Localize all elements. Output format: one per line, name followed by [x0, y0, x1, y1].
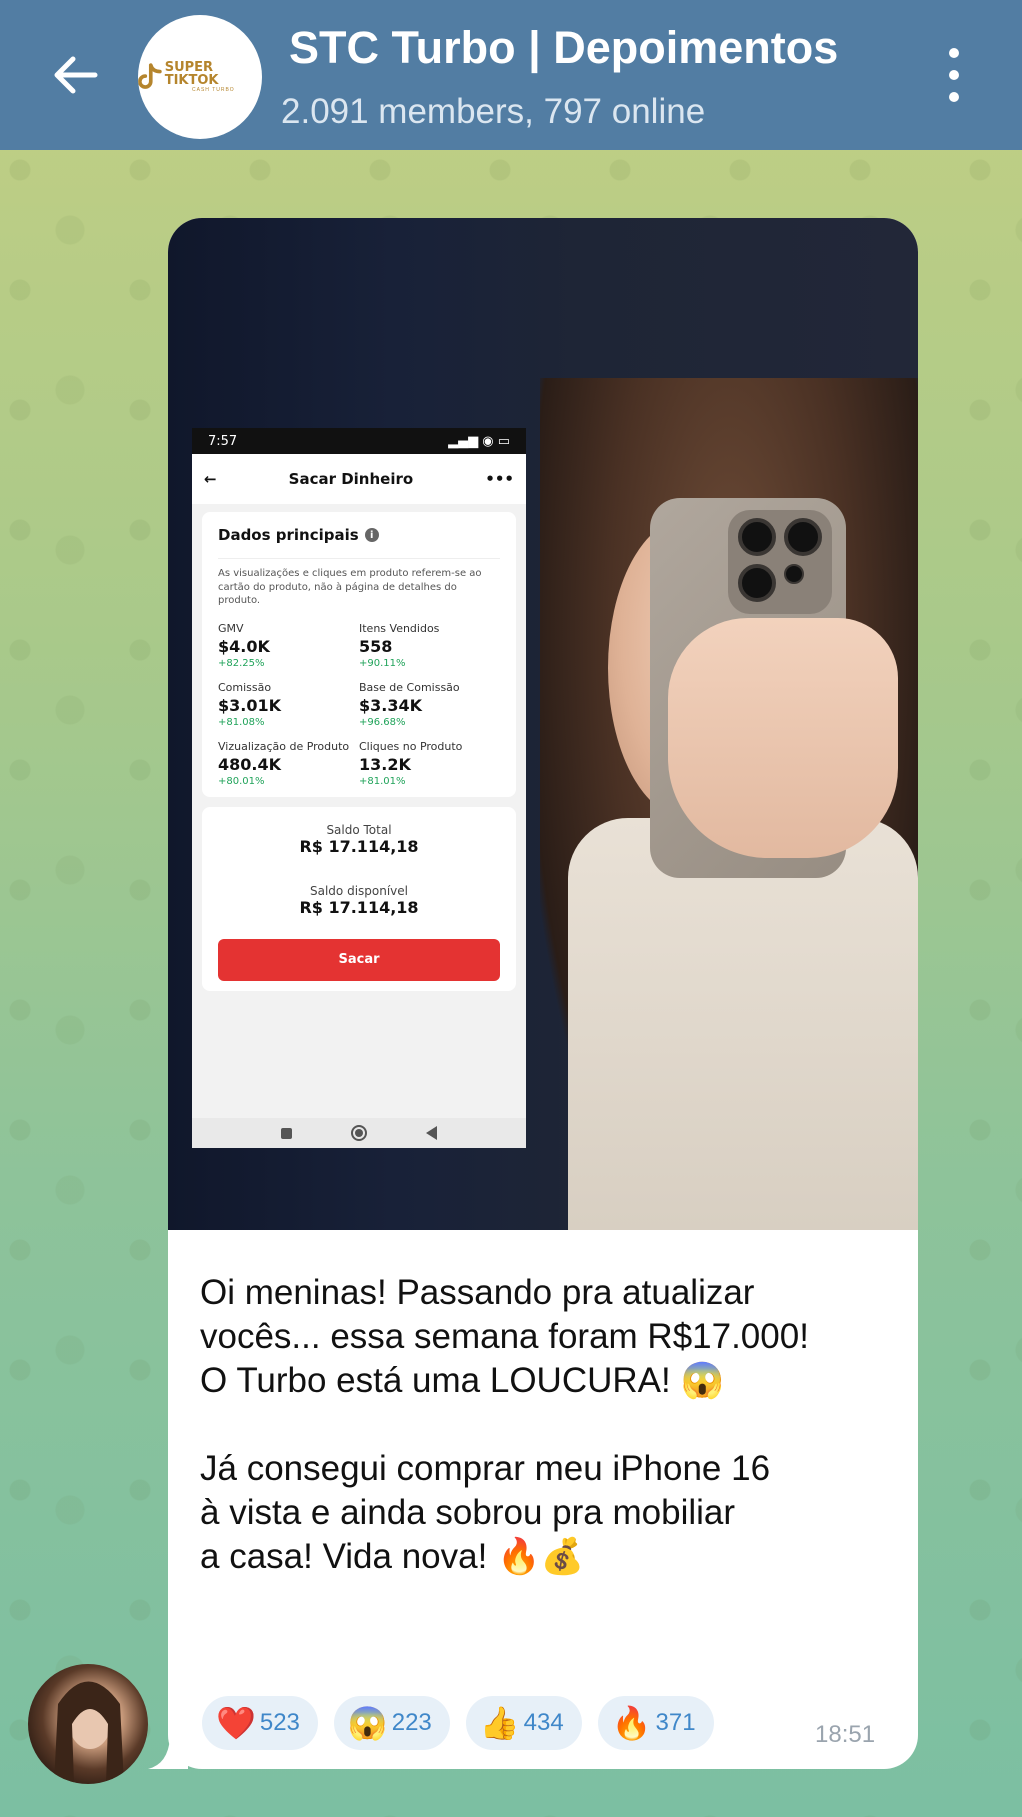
channel-avatar[interactable]: SUPER TIKTOK CASH TURBO: [138, 15, 262, 139]
available-balance-value: R$ 17.114,18: [299, 897, 419, 917]
balance-card: Saldo Total R$ 17.114,18 Saldo disponíve…: [202, 806, 516, 991]
earnings-screenshot: 7:57 ▂▄▆ ◉ ▭ ← Sacar Dinheiro ••• Dados …: [192, 428, 526, 1148]
message-text: Oi meninas! Passando pra atualizar vocês…: [200, 1273, 809, 1576]
metric-commission-base: Base de Comissão $3.34K +96.68%: [359, 680, 460, 728]
tiktok-logo-icon: [138, 63, 162, 89]
thumbs-up-icon: 👍: [479, 1705, 520, 1741]
status-time: 7:57: [208, 433, 238, 449]
android-nav-bar: [192, 1118, 526, 1148]
dot-icon: [949, 92, 959, 102]
reaction-count: 523: [259, 1709, 300, 1736]
message-bubble[interactable]: 7:57 ▂▄▆ ◉ ▭ ← Sacar Dinheiro ••• Dados …: [168, 218, 918, 1769]
section-description: As visualizações e cliques em produto re…: [218, 558, 500, 608]
info-icon: i: [364, 528, 379, 542]
screenshot-status-bar: 7:57 ▂▄▆ ◉ ▭: [192, 428, 526, 454]
dot-icon: [949, 48, 959, 58]
section-title: Dados principais i: [218, 526, 500, 544]
heart-icon: ❤️: [216, 1705, 256, 1741]
metric-commission: Comissão $3.01K +81.08%: [218, 680, 282, 728]
scream-face-icon: 😱: [347, 1705, 388, 1741]
back-triangle-icon: [425, 1126, 437, 1140]
metric-product-views: Vizualização de Produto 480.4K +80.01%: [218, 739, 350, 787]
reaction-fire[interactable]: 🔥 371: [597, 1696, 714, 1750]
arrow-left-icon: ←: [204, 470, 217, 488]
chat-header: SUPER TIKTOK CASH TURBO STC Turbo | Depo…: [0, 0, 1022, 150]
dot-icon: [949, 70, 959, 80]
arrow-left-icon: [54, 56, 98, 94]
metrics-grid: GMV $4.0K +82.25% Itens Vendidos 558 +90…: [218, 622, 500, 787]
fire-icon: 🔥: [611, 1705, 652, 1741]
screenshot-app-bar: ← Sacar Dinheiro •••: [192, 454, 526, 504]
total-balance-value: R$ 17.114,18: [299, 836, 419, 856]
reaction-count: 371: [655, 1709, 696, 1736]
more-menu-button[interactable]: [936, 48, 972, 102]
reaction-heart[interactable]: ❤️ 523: [202, 1696, 318, 1750]
recents-icon: [281, 1127, 293, 1139]
message-photo[interactable]: 7:57 ▂▄▆ ◉ ▭ ← Sacar Dinheiro ••• Dados …: [168, 218, 918, 1230]
screenshot-title: Sacar Dinheiro: [288, 470, 414, 488]
channel-logo: SUPER TIKTOK CASH TURBO: [138, 61, 262, 93]
metric-gmv: GMV $4.0K +82.25%: [218, 621, 270, 669]
reaction-count: 223: [391, 1709, 432, 1736]
sender-avatar[interactable]: [28, 1664, 148, 1784]
reaction-scream[interactable]: 😱 223: [333, 1696, 450, 1750]
metric-items-sold: Itens Vendidos 558 +90.11%: [359, 621, 440, 669]
home-icon: [350, 1125, 367, 1141]
available-balance-label: Saldo disponível: [310, 883, 408, 898]
channel-title[interactable]: STC Turbo | Depoimentos: [289, 22, 838, 74]
message-timestamp: 18:51: [815, 1721, 876, 1748]
reaction-count: 434: [523, 1709, 564, 1736]
photo-sweater: [568, 818, 918, 1230]
camera-icon: [728, 510, 832, 614]
signal-wifi-battery-icon: ▂▄▆ ◉ ▭: [448, 433, 510, 449]
reaction-thumbs-up[interactable]: 👍 434: [465, 1696, 582, 1750]
main-data-card: Dados principais i As visualizações e cl…: [202, 512, 516, 797]
withdraw-button: Sacar: [218, 938, 500, 981]
photo-hand: [668, 618, 898, 858]
reactions-bar: ❤️ 523 😱 223 👍 434 🔥 371: [202, 1696, 714, 1750]
total-balance-label: Saldo Total: [326, 822, 392, 837]
user-photo-icon: [54, 1681, 124, 1784]
more-icon: •••: [485, 470, 514, 488]
back-button[interactable]: [48, 50, 102, 100]
metric-product-clicks: Cliques no Produto 13.2K +81.01%: [359, 739, 463, 787]
logo-text: SUPER TIKTOK: [164, 60, 219, 88]
channel-member-count: 2.091 members, 797 online: [281, 92, 706, 131]
